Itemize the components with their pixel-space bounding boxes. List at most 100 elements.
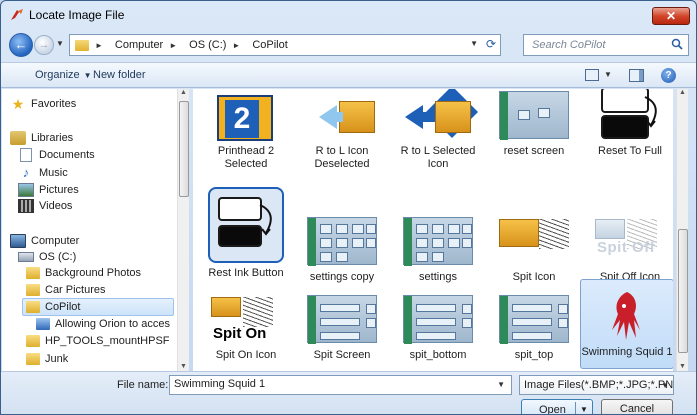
back-button[interactable]: ← [9,33,33,57]
file-item-swimming-squid-1[interactable]: Swimming Squid 1 [580,279,673,369]
documents-icon [20,148,32,162]
screen-icon [495,289,573,345]
breadcrumb-separator[interactable]: ► [232,41,246,50]
sidebar-item-allowing-orion[interactable]: Allowing Orion to acces [36,318,170,330]
sidebar-item-junk[interactable]: Junk [26,353,68,365]
folder-icon [26,301,40,313]
address-bar[interactable]: ► Computer ► OS (C:) ► CoPilot ▼ ⟳ [69,34,501,56]
change-view-icon[interactable] [585,69,599,81]
navigation-bar: ← → ▼ ► Computer ► OS (C:) ► CoPilot ▼ ⟳… [1,30,696,60]
filename-input[interactable]: Swimming Squid 1 ▼ [169,375,512,395]
reset-icon [208,187,284,263]
scroll-up-icon[interactable]: ▲ [679,89,686,96]
chevron-down-icon[interactable]: ▼ [497,380,505,389]
file-item-reset-screen[interactable]: reset screen [487,89,581,158]
sidebar-item-libraries[interactable]: Libraries [10,131,73,145]
close-button[interactable]: ✕ [652,7,690,25]
new-folder-button[interactable]: New folder [93,69,146,81]
shortcut-icon [36,318,50,330]
open-options-chevron-icon[interactable]: ▼ [580,405,588,414]
filename-label: File name: [117,379,169,391]
folder-icon [26,284,40,296]
preview-pane-icon[interactable] [629,69,644,82]
breadcrumb-separator[interactable]: ► [95,41,109,50]
view-options-dropdown-icon[interactable]: ▼ [604,70,612,79]
file-item-spit-icon[interactable]: Spit Icon [487,211,581,284]
sidebar-item-documents[interactable]: Documents [18,148,95,162]
file-list-scrollbar[interactable]: ▲ ▼ [676,89,688,371]
open-button[interactable]: Open ▼ [521,399,593,414]
arrow-box-icon [303,89,381,141]
file-item-spit-screen[interactable]: Spit Screen [295,289,389,362]
breadcrumb-copilot[interactable]: CoPilot [252,39,287,51]
scroll-down-icon[interactable]: ▼ [180,363,187,370]
sidebar-item-videos[interactable]: Videos [18,199,72,213]
scroll-up-icon[interactable]: ▲ [180,89,187,96]
star-icon: ★ [11,96,25,112]
scrollbar-thumb[interactable] [179,101,189,197]
search-input[interactable]: Search CoPilot [523,34,689,56]
filename-value: Swimming Squid 1 [174,378,266,390]
drive-icon [18,252,34,262]
file-item-reset-to-full[interactable]: Reset To Full [583,89,673,158]
title-bar: Locate Image File ✕ [1,1,696,29]
chevron-down-icon: ▼ [83,71,92,80]
sidebar-item-os-c[interactable]: OS (C:) [18,251,76,263]
scrollbar-thumb[interactable] [678,229,688,353]
settings-icon [399,211,477,267]
spit-icon [495,211,573,267]
sidebar-item-computer[interactable]: Computer [10,234,79,248]
file-item-printhead-2-selected[interactable]: 2 Printhead 2 Selected [199,89,293,171]
sidebar-item-car-pictures[interactable]: Car Pictures [26,284,106,296]
screen-icon [399,289,477,345]
file-item-settings-copy[interactable]: settings copy [295,211,389,284]
spit-off-icon: Spit Off [591,211,669,267]
search-icon[interactable] [671,38,683,50]
sidebar-item-pictures[interactable]: Pictures [18,183,79,197]
file-type-select[interactable]: Image Files(*.BMP;*.JPG;*.PNG; ▼ [519,375,674,395]
cancel-button[interactable]: Cancel [601,399,673,414]
recent-locations-dropdown-icon[interactable]: ▼ [56,39,64,48]
settings-icon [303,211,381,267]
pictures-icon [18,183,34,197]
squid-icon [588,286,666,342]
app-icon [11,9,23,20]
scroll-down-icon[interactable]: ▼ [679,363,686,370]
sidebar-item-favorites[interactable]: ★ Favorites [10,96,77,112]
sidebar-item-copilot[interactable]: CoPilot [22,298,174,316]
chevron-down-icon[interactable]: ▼ [661,381,669,390]
screen-icon [495,89,573,141]
reset-icon [591,89,669,141]
screen-icon [303,289,381,345]
folder-icon [26,335,40,347]
locate-image-file-dialog: Locate Image File ✕ ← → ▼ ► Computer ► O… [0,0,697,415]
file-item-spit-on-icon[interactable]: Spit On Spit On Icon [199,289,293,362]
help-icon[interactable]: ? [661,68,676,83]
sidebar-item-music[interactable]: ♪ Music [18,166,68,180]
navigation-pane: ★ Favorites Libraries Documents ♪ Music … [2,89,187,371]
breadcrumb-separator[interactable]: ► [169,41,183,50]
printhead-icon: 2 [207,89,285,141]
spit-on-icon: Spit On [207,289,285,345]
breadcrumb-os-c[interactable]: OS (C:) [189,39,226,51]
command-toolbar: Organize ▼ New folder ▼ ? [1,62,696,88]
file-item-rest-ink-button[interactable]: Rest Ink Button [199,187,293,280]
sidebar-item-background-photos[interactable]: Background Photos [26,267,141,279]
file-item-spit-top[interactable]: spit_top [487,289,581,362]
file-item-spit-off-icon[interactable]: Spit Off Spit Off Icon [583,211,673,284]
file-item-r-to-l-deselected[interactable]: R to L Icon Deselected [295,89,389,171]
music-icon: ♪ [22,165,30,180]
file-item-r-to-l-selected[interactable]: R to L Selected Icon [391,89,485,171]
refresh-icon[interactable]: ⟳ [486,37,496,51]
sidebar-item-hp-tools[interactable]: HP_TOOLS_mountHPSF [26,335,170,347]
navigation-scrollbar[interactable]: ▲ ▼ [177,89,189,371]
search-placeholder: Search CoPilot [532,39,606,51]
file-item-spit-bottom[interactable]: spit_bottom [391,289,485,362]
dialog-footer: File name: Swimming Squid 1 ▼ Image File… [1,371,696,414]
window-title: Locate Image File [29,8,125,22]
breadcrumb-computer[interactable]: Computer [115,39,163,51]
file-item-settings[interactable]: settings [391,211,485,284]
forward-button[interactable]: → [34,35,54,55]
address-dropdown-icon[interactable]: ▼ [470,39,478,48]
organize-button[interactable]: Organize ▼ [35,69,92,81]
